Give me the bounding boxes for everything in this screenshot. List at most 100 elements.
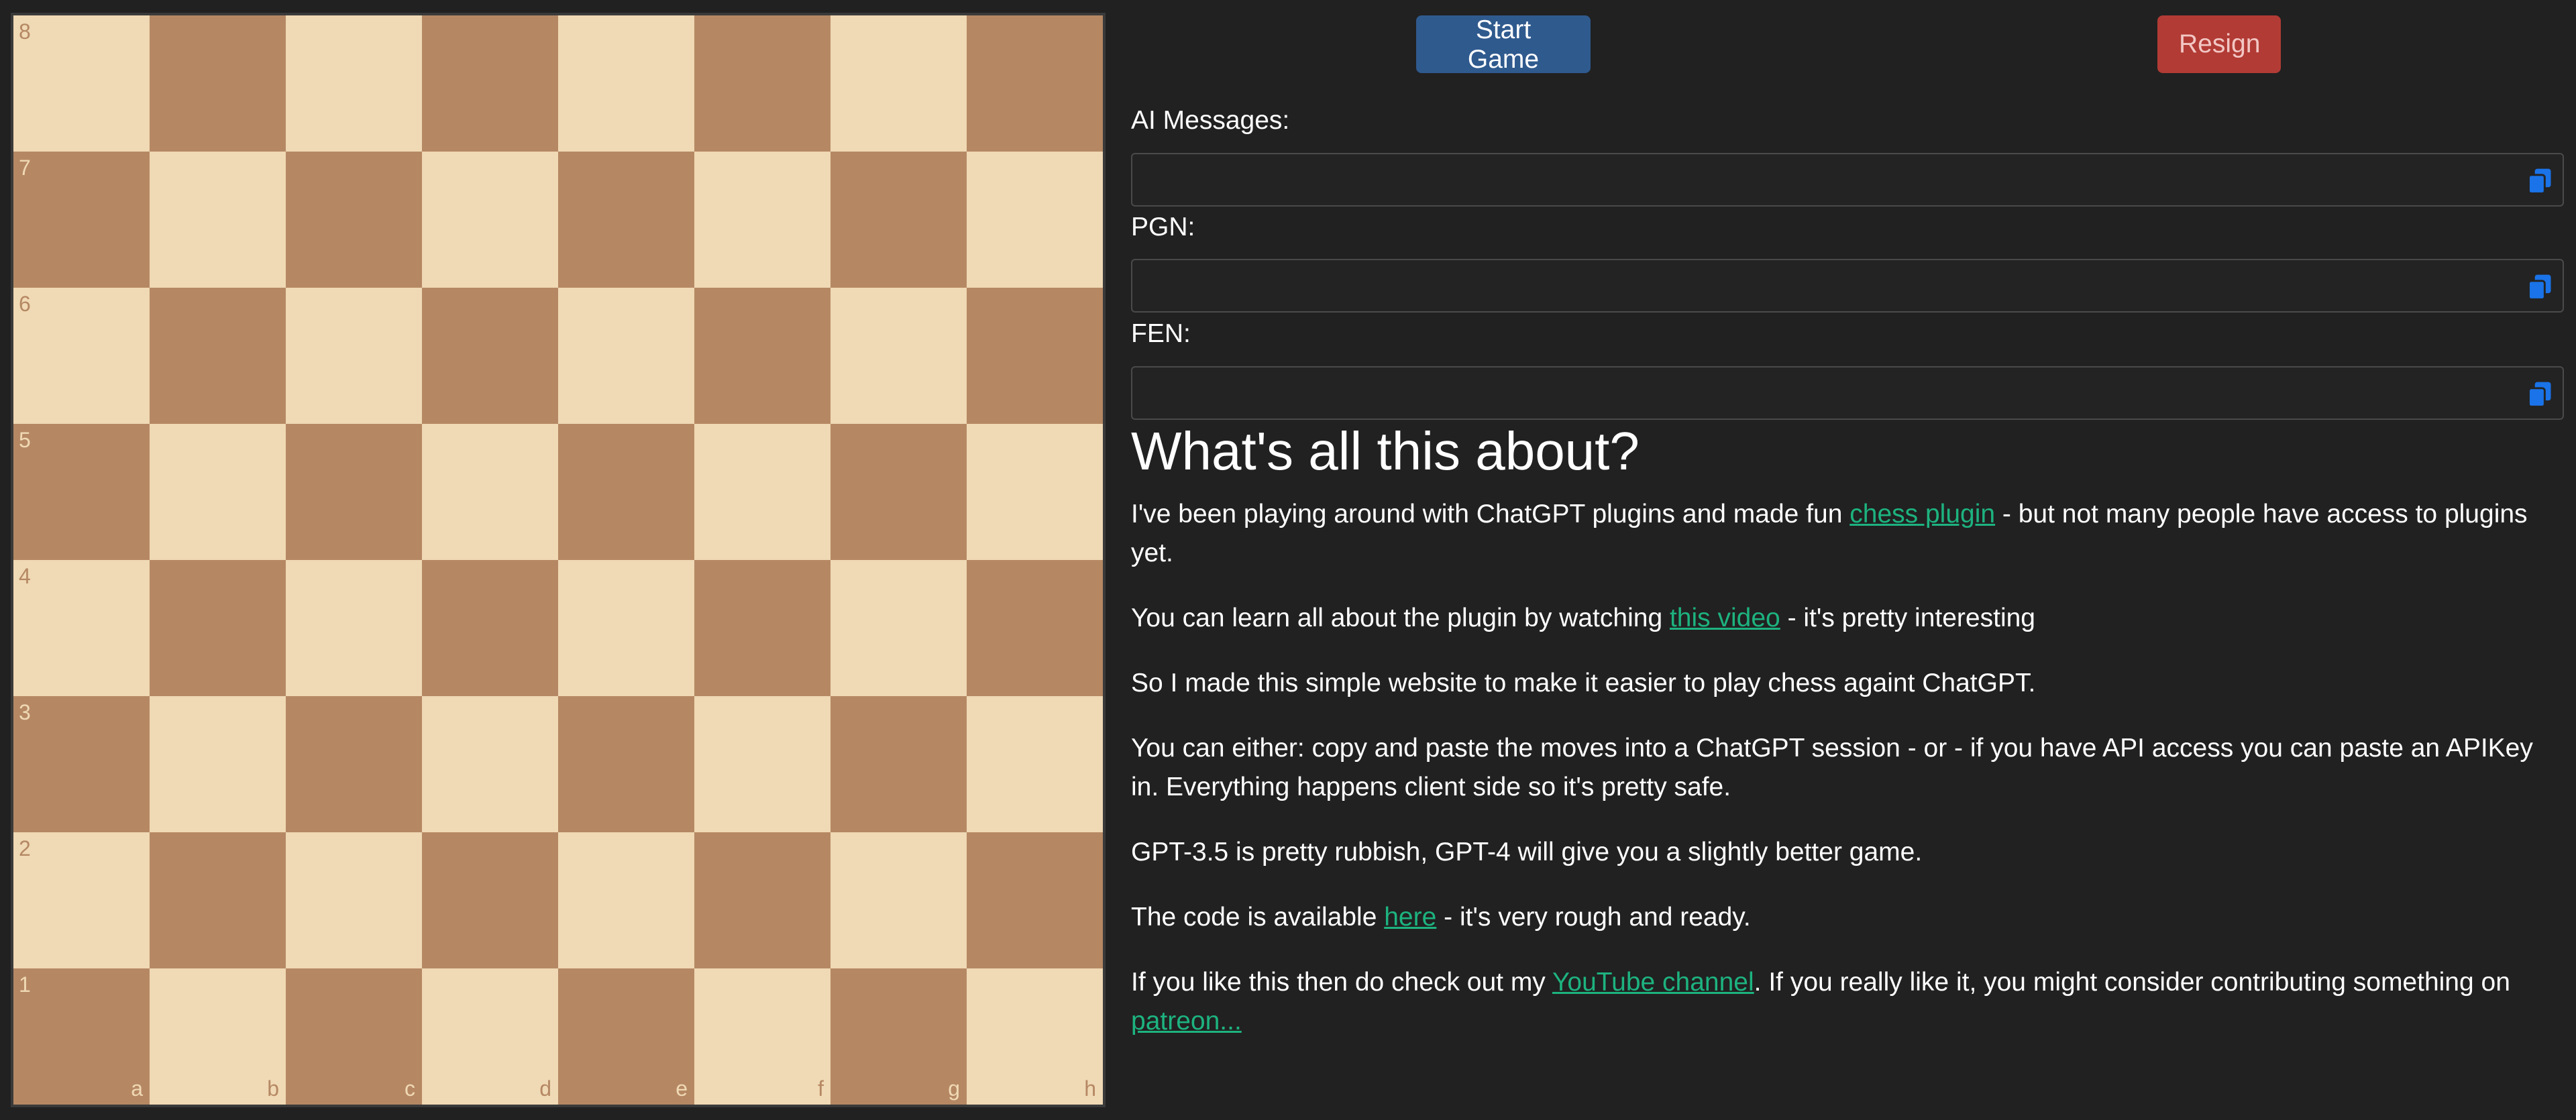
rank-label: 2 — [19, 836, 31, 860]
start-game-button[interactable]: Start Game — [1416, 15, 1591, 74]
square-f2[interactable] — [694, 832, 830, 968]
square-b3[interactable] — [150, 696, 286, 832]
square-d3[interactable] — [422, 696, 558, 832]
about-paragraph-3: So I made this simple website to make it… — [1131, 669, 2036, 697]
square-a3[interactable]: 3 — [13, 696, 150, 832]
square-b6[interactable] — [150, 288, 286, 424]
file-label: h — [1084, 1076, 1096, 1101]
fen-label: FEN: — [1131, 319, 1191, 348]
ai-messages-label: AI Messages: — [1131, 106, 1290, 135]
rank-label: 6 — [19, 292, 31, 316]
square-e5[interactable] — [558, 424, 694, 560]
text: - it's pretty interesting — [1780, 604, 2035, 632]
text: . If you really like it, you might consi… — [1754, 968, 2510, 997]
square-d7[interactable] — [422, 152, 558, 288]
square-e8[interactable] — [558, 15, 694, 152]
square-g6[interactable] — [830, 288, 967, 424]
square-b4[interactable] — [150, 560, 286, 696]
square-c4[interactable] — [286, 560, 422, 696]
fen-field-wrapper — [1131, 366, 2564, 420]
square-f8[interactable] — [694, 15, 830, 152]
ai-messages-input[interactable] — [1132, 154, 2563, 205]
square-d1[interactable]: d — [422, 968, 558, 1105]
square-c1[interactable]: c — [286, 968, 422, 1105]
side-panel: Start Game Resign AI Messages: PGN: FEN:… — [1131, 0, 2564, 1120]
copy-icon — [2528, 168, 2551, 194]
square-f6[interactable] — [694, 288, 830, 424]
square-c2[interactable] — [286, 832, 422, 968]
square-a1[interactable]: 1a — [13, 968, 150, 1105]
rank-label: 1 — [19, 972, 31, 997]
square-a7[interactable]: 7 — [13, 152, 150, 288]
square-d2[interactable] — [422, 832, 558, 968]
code-here-link[interactable]: here — [1384, 903, 1436, 932]
square-g7[interactable] — [830, 152, 967, 288]
file-label: d — [539, 1076, 551, 1101]
text: The code is available — [1131, 903, 1385, 932]
square-d5[interactable] — [422, 424, 558, 560]
pgn-label: PGN: — [1131, 213, 1195, 241]
square-h6[interactable] — [967, 288, 1103, 424]
square-d8[interactable] — [422, 15, 558, 152]
square-h5[interactable] — [967, 424, 1103, 560]
square-f1[interactable]: f — [694, 968, 830, 1105]
square-h2[interactable] — [967, 832, 1103, 968]
square-f7[interactable] — [694, 152, 830, 288]
fen-input[interactable] — [1132, 368, 2563, 418]
square-a5[interactable]: 5 — [13, 424, 150, 560]
square-g5[interactable] — [830, 424, 967, 560]
square-d4[interactable] — [422, 560, 558, 696]
square-a8[interactable]: 8 — [13, 15, 150, 152]
square-c5[interactable] — [286, 424, 422, 560]
square-h7[interactable] — [967, 152, 1103, 288]
square-g1[interactable]: g — [830, 968, 967, 1105]
resign-button[interactable]: Resign — [2157, 15, 2281, 73]
this-video-link[interactable]: this video — [1670, 604, 1780, 632]
square-f4[interactable] — [694, 560, 830, 696]
square-h1[interactable]: h — [967, 968, 1103, 1105]
square-c7[interactable] — [286, 152, 422, 288]
copy-fen-button[interactable] — [2525, 380, 2555, 409]
copy-ai-messages-button[interactable] — [2525, 166, 2555, 196]
square-g4[interactable] — [830, 560, 967, 696]
square-e2[interactable] — [558, 832, 694, 968]
about-paragraph-1: I've been playing around with ChatGPT pl… — [1131, 495, 2564, 573]
page: 87 6 54 3 2 1a bc defg h Start Game Resign AI Me… — [0, 0, 2576, 1120]
square-e7[interactable] — [558, 152, 694, 288]
square-b8[interactable] — [150, 15, 286, 152]
square-c3[interactable] — [286, 696, 422, 832]
copy-icon — [2528, 382, 2551, 408]
square-h3[interactable] — [967, 696, 1103, 832]
copy-pgn-button[interactable] — [2525, 272, 2555, 302]
square-d6[interactable] — [422, 288, 558, 424]
square-g2[interactable] — [830, 832, 967, 968]
square-b7[interactable] — [150, 152, 286, 288]
square-c6[interactable] — [286, 288, 422, 424]
square-a6[interactable]: 6 — [13, 288, 150, 424]
pgn-input[interactable] — [1132, 260, 2563, 311]
square-a2[interactable]: 2 — [13, 832, 150, 968]
square-e6[interactable] — [558, 288, 694, 424]
square-g3[interactable] — [830, 696, 967, 832]
square-b5[interactable] — [150, 424, 286, 560]
square-f5[interactable] — [694, 424, 830, 560]
chess-plugin-link[interactable]: chess plugin — [1849, 500, 1995, 528]
square-e3[interactable] — [558, 696, 694, 832]
square-h4[interactable] — [967, 560, 1103, 696]
square-g8[interactable] — [830, 15, 967, 152]
chess-board[interactable]: 87 6 54 3 2 1a bc defg h — [11, 13, 1106, 1107]
square-a4[interactable]: 4 — [13, 560, 150, 696]
youtube-channel-link[interactable]: YouTube channel — [1552, 968, 1754, 997]
rank-label: 3 — [19, 700, 31, 724]
square-b2[interactable] — [150, 832, 286, 968]
file-label: b — [267, 1076, 279, 1101]
square-b1[interactable]: b — [150, 968, 286, 1105]
about-section: What's all this about? I've been playing… — [1131, 421, 2564, 1067]
square-c8[interactable] — [286, 15, 422, 152]
square-e4[interactable] — [558, 560, 694, 696]
square-e1[interactable]: e — [558, 968, 694, 1105]
square-h8[interactable] — [967, 15, 1103, 152]
patreon-link[interactable]: patreon... — [1131, 1007, 1242, 1035]
about-paragraph-6: The code is available here - it's very r… — [1131, 898, 2564, 937]
square-f3[interactable] — [694, 696, 830, 832]
